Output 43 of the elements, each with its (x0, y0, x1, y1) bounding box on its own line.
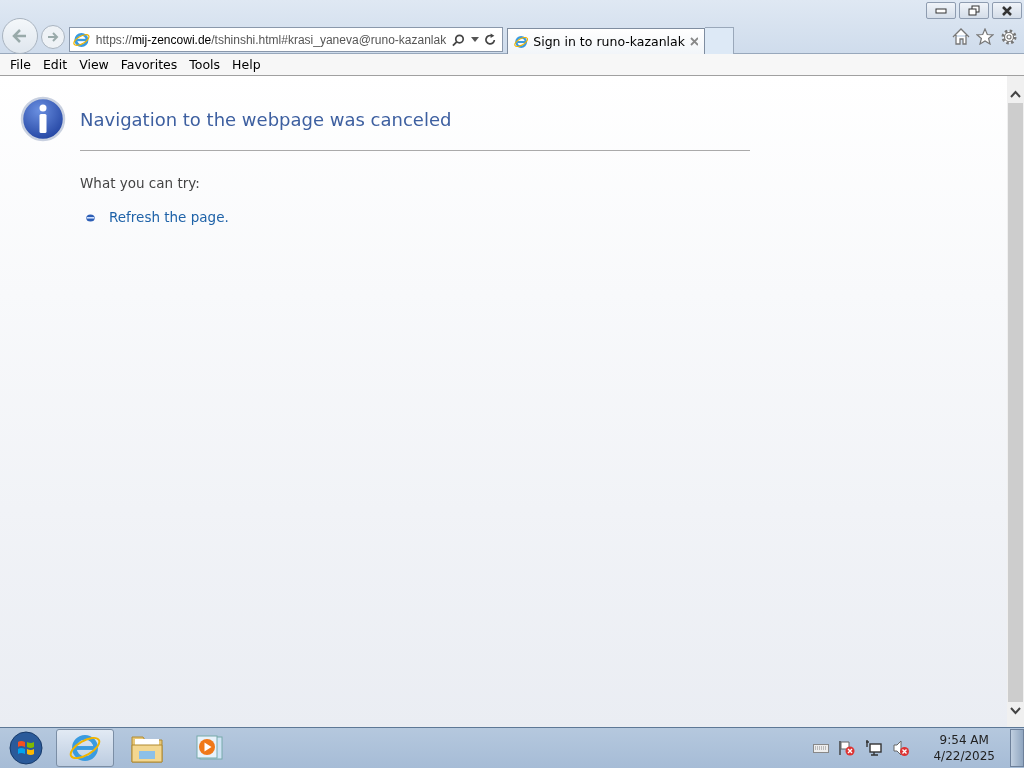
tab-title: Sign in to runo-kazanlak (533, 34, 685, 49)
browser-icon (514, 33, 529, 50)
browser-icon (69, 732, 101, 764)
scroll-thumb[interactable] (1008, 103, 1023, 702)
close-icon (1001, 5, 1013, 16)
home-icon[interactable] (952, 28, 970, 45)
settings-icon[interactable] (1000, 28, 1018, 46)
search-icon[interactable] (452, 32, 466, 47)
refresh-link[interactable]: Refresh the page. (109, 209, 229, 225)
clock-time: 9:54 AM (939, 732, 989, 748)
taskbar-app-button[interactable] (56, 729, 114, 767)
menu-item[interactable]: Favorites (114, 57, 184, 72)
caret-icon[interactable] (471, 37, 479, 42)
menu-item[interactable]: Help (226, 57, 267, 72)
folder-icon (131, 733, 163, 763)
clock-date: 4/22/2025 (933, 748, 995, 764)
show-desktop-button[interactable] (1010, 729, 1024, 767)
restore-button[interactable] (959, 2, 989, 19)
info-icon (20, 96, 66, 142)
forward-arrow-icon (46, 30, 60, 44)
bullet-icon (86, 214, 95, 222)
scrollbar[interactable] (1007, 76, 1024, 727)
suggestion-heading: What you can try: (80, 175, 201, 191)
restore-icon (968, 5, 980, 16)
refresh-icon[interactable] (484, 33, 496, 46)
browser-tab[interactable]: Sign in to runo-kazanlak (507, 28, 705, 54)
menu-item[interactable]: View (73, 57, 115, 72)
speaker-muted-icon[interactable] (892, 739, 911, 757)
network-icon[interactable] (865, 739, 884, 757)
minimize-button[interactable] (926, 2, 956, 19)
media-player-icon (195, 734, 223, 762)
flag-icon[interactable] (838, 739, 857, 757)
minimize-icon (935, 7, 947, 14)
star-icon[interactable] (976, 28, 994, 45)
address-field[interactable]: https://mij-zencowi.de/tshinshi.html#krasi_yaneva@runo-kazanlak (69, 27, 503, 52)
menu-item[interactable]: File (4, 57, 37, 72)
browser-icon (73, 30, 90, 49)
close-button[interactable] (992, 2, 1022, 19)
close-icon[interactable] (689, 37, 698, 46)
error-heading: Navigation to the webpage was canceled (80, 108, 452, 130)
menu-item[interactable]: Tools (183, 57, 227, 72)
keyboard-icon[interactable] (813, 743, 830, 753)
menu-item[interactable]: Edit (36, 57, 74, 72)
